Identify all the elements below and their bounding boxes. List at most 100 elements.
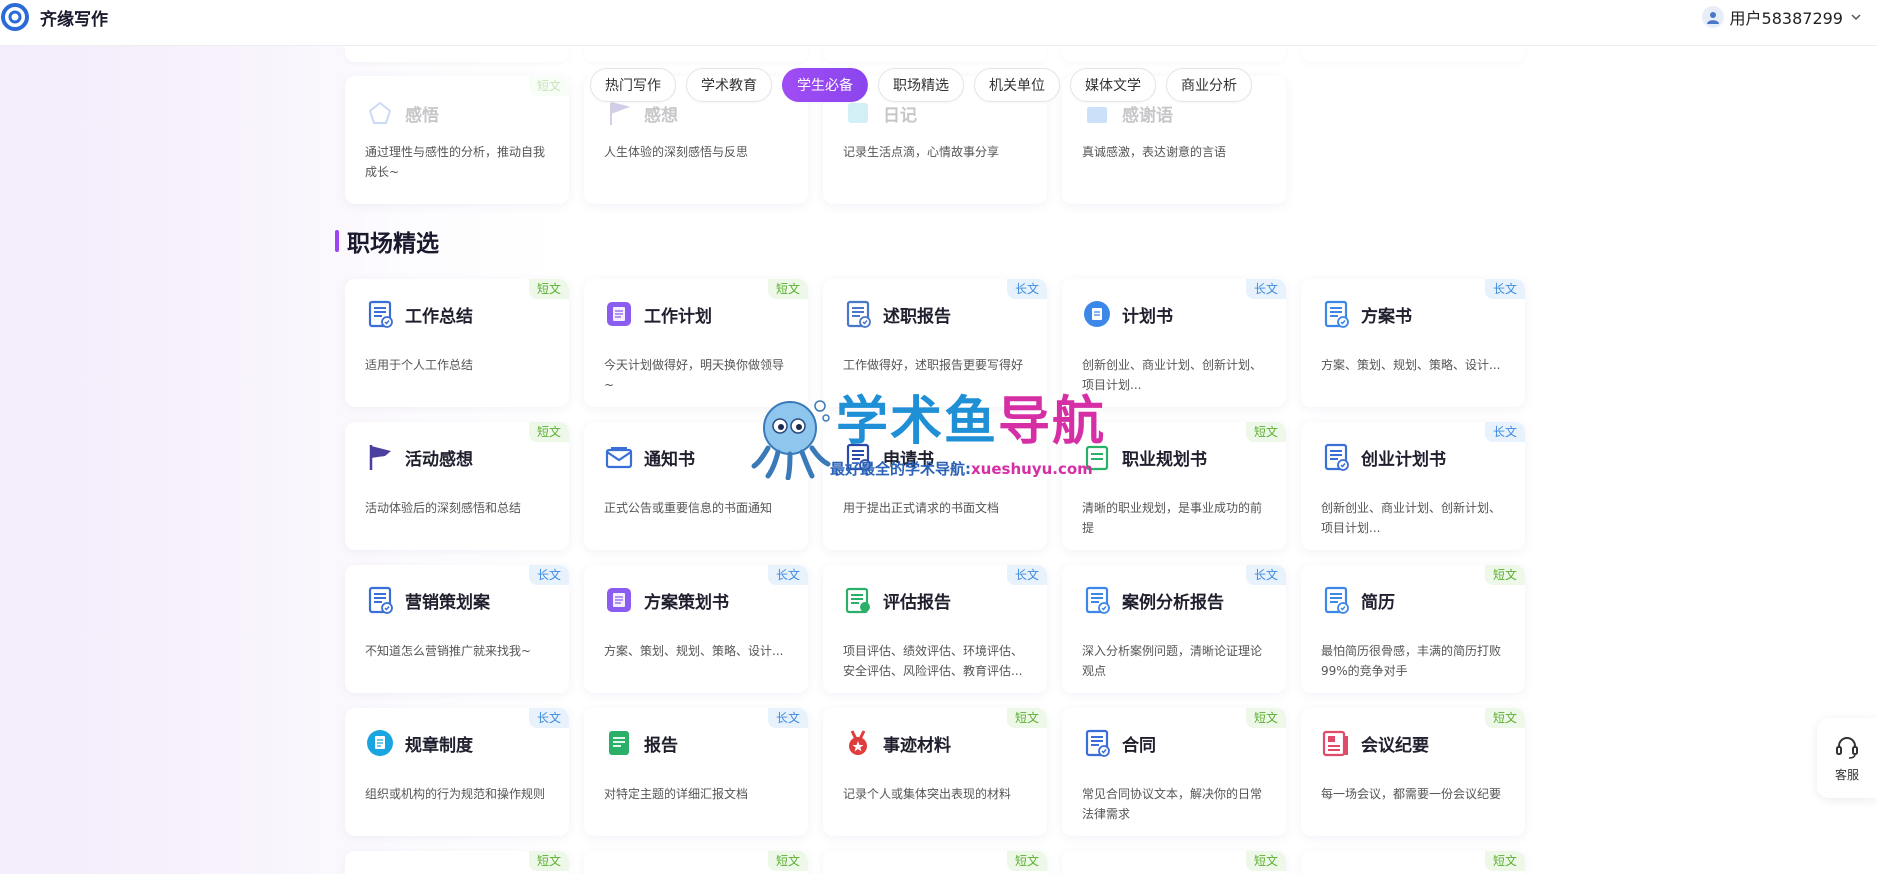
chevron-down-icon (1851, 14, 1861, 21)
card-desc: 组织或机构的行为规范和操作规则 (365, 787, 546, 801)
card-title: 方案策划书 (644, 592, 729, 613)
watermark-sub-pink: xueshuyu.com (971, 460, 1093, 478)
template-card[interactable]: 长文方案策划书方案、策划、规划、策略、设计... (584, 565, 808, 693)
card-title: 营销策划案 (405, 592, 490, 613)
card-desc: 人生体验的深刻感悟与反思 (604, 145, 749, 159)
card-title: 职业规划书 (1122, 449, 1207, 470)
card-desc: 清晰的职业规划，是事业成功的前提 (1082, 501, 1263, 535)
card-desc: 通过理性与感性的分析，推动自我成长~ (365, 145, 546, 179)
section-accent-bar (335, 230, 339, 252)
template-card[interactable]: 长文 报告 对特定主题的详细汇报文档 (584, 708, 808, 836)
card-desc: 对特定主题的详细汇报文档 (604, 787, 749, 801)
template-card[interactable]: 短文 简历 最怕简历很骨感，丰满的简历打败99%的竞争对手 (1301, 565, 1525, 693)
section-title: 职场精选 (335, 224, 439, 258)
template-card[interactable]: 短文 合同 常见合同协议文本，解决你的日常法律需求 (1062, 708, 1286, 836)
watermark-title-pink: 导航 (998, 392, 1107, 452)
card-title: 规章制度 (405, 735, 473, 756)
card-tag: 长文 (1006, 279, 1047, 299)
card-desc: 活动体验后的深刻感悟和总结 (365, 501, 522, 515)
plan-doc-icon (604, 299, 634, 329)
card-desc: 最怕简历很骨感，丰满的简历打败99%的竞争对手 (1321, 644, 1502, 678)
card-title: 计划书 (1122, 306, 1173, 327)
card-desc: 今天计划做得好，明天换你做领导~ (604, 358, 785, 392)
user-avatar-icon (1701, 6, 1724, 28)
template-card-partial[interactable]: 短文 (1062, 851, 1286, 874)
template-card[interactable]: 长文规章制度组织或机构的行为规范和操作规则 (345, 708, 569, 836)
tab-business[interactable]: 商业分析 (1166, 68, 1252, 102)
tab-media-literature[interactable]: 媒体文学 (1070, 68, 1156, 102)
gift-icon (1082, 98, 1112, 128)
marketing-icon (365, 585, 395, 615)
logo-icon[interactable] (0, 2, 30, 32)
card-tag: 长文 (1245, 565, 1286, 585)
card-desc: 工作做得好，述职报告更要写得好 (843, 358, 1024, 372)
tab-student[interactable]: 学生必备 (782, 68, 868, 102)
watermark-overlay: 学术鱼导航 最好最全的学术导航:xueshuyu.com (750, 392, 1130, 482)
contract-icon (1082, 728, 1112, 758)
watermark-title: 学术鱼导航 (836, 392, 1106, 452)
card-ganwu[interactable]: 短文 感悟 通过理性与感性的分析，推动自我成长~ (345, 76, 569, 204)
template-card[interactable]: 长文 案例分析报告 深入分析案例问题，清晰论证理论观点 (1062, 565, 1286, 693)
card-desc: 记录个人或集体突出表现的材料 (843, 787, 1012, 801)
scheme-icon (604, 585, 634, 615)
card-desc: 正式公告或重要信息的书面通知 (604, 501, 773, 515)
template-card-partial[interactable]: 短文 (1301, 851, 1525, 874)
template-card[interactable]: 长文评估报告项目评估、绩效评估、环境评估、安全评估、风险评估、教育评估... (823, 565, 1047, 693)
card-title: 活动感想 (405, 449, 473, 470)
card-tag: 短文 (1006, 708, 1047, 728)
card-tag: 短文 (767, 279, 808, 299)
customer-service-button[interactable]: 客服 (1817, 718, 1877, 798)
card-tag: 长文 (528, 708, 569, 728)
card-title: 评估报告 (883, 592, 951, 613)
template-card-partial[interactable]: 短文 (584, 851, 808, 874)
lotus-icon (365, 98, 395, 128)
card-title: 案例分析报告 (1122, 592, 1224, 613)
template-card[interactable]: 短文工作计划今天计划做得好，明天换你做领导~ (584, 279, 808, 407)
card-desc: 方案、策划、规划、策略、设计... (604, 644, 784, 658)
tab-workplace[interactable]: 职场精选 (878, 68, 964, 102)
template-card[interactable]: 长文方案书方案、策划、规划、策略、设计... (1301, 279, 1525, 407)
card-title: 工作计划 (644, 306, 712, 327)
card-title: 方案书 (1361, 306, 1412, 327)
card-title: 日记 (883, 105, 917, 126)
card-title: 感想 (644, 105, 678, 126)
card-tag: 长文 (767, 565, 808, 585)
card-title: 创业计划书 (1361, 449, 1446, 470)
user-menu[interactable]: 用户58387299 (1701, 5, 1863, 29)
template-card-partial[interactable]: 短文 (823, 851, 1047, 874)
card-desc: 项目评估、绩效评估、环境评估、安全评估、风险评估、教育评估... (843, 644, 1024, 678)
card-tag: 长文 (1484, 279, 1525, 299)
card-title: 事迹材料 (883, 735, 951, 756)
template-card[interactable]: 短文 工作总结 适用于个人工作总结 (345, 279, 569, 407)
card-tag: 短文 (1006, 851, 1047, 871)
template-card[interactable]: 长文 计划书 创新创业、商业计划、创新计划、项目计划... (1062, 279, 1286, 407)
template-card[interactable]: 长文 创业计划书 创新创业、商业计划、创新计划、项目计划... (1301, 422, 1525, 550)
template-card[interactable]: 短文事迹材料记录个人或集体突出表现的材料 (823, 708, 1047, 836)
card-tag: 长文 (1484, 422, 1525, 442)
proposal-icon (1321, 299, 1351, 329)
flag-icon (365, 442, 395, 472)
brand-name[interactable]: 齐缘写作 (40, 5, 108, 30)
report-icon (604, 728, 634, 758)
card-tag: 短文 (528, 851, 569, 871)
card-title: 感悟 (405, 105, 439, 126)
tab-government[interactable]: 机关单位 (974, 68, 1060, 102)
card-tag: 短文 (528, 422, 569, 442)
template-card-partial[interactable]: 短文 (345, 851, 569, 874)
card-tag: 短文 (528, 279, 569, 299)
card-desc: 方案、策划、规划、策略、设计... (1321, 358, 1501, 372)
card-desc: 每一场会议，都需要一份会议纪要 (1321, 787, 1502, 801)
card-tag: 短文 (1245, 708, 1286, 728)
watermark-title-blue: 学术鱼 (836, 392, 999, 452)
card-title: 感谢语 (1122, 105, 1173, 126)
category-tabs: 热门写作 学术教育 学生必备 职场精选 机关单位 媒体文学 商业分析 (590, 68, 1252, 102)
card-tag: 长文 (1006, 565, 1047, 585)
template-card[interactable]: 短文 会议纪要 每一场会议，都需要一份会议纪要 (1301, 708, 1525, 836)
template-card[interactable]: 短文活动感想活动体验后的深刻感悟和总结 (345, 422, 569, 550)
flag-icon (604, 98, 634, 128)
template-card[interactable]: 长文 述职报告 工作做得好，述职报告更要写得好 (823, 279, 1047, 407)
template-card[interactable]: 长文 营销策划案 不知道怎么营销推广就来找我~ (345, 565, 569, 693)
tab-academic[interactable]: 学术教育 (686, 68, 772, 102)
octopus-icon (751, 400, 831, 480)
tab-hot-writing[interactable]: 热门写作 (590, 68, 676, 102)
